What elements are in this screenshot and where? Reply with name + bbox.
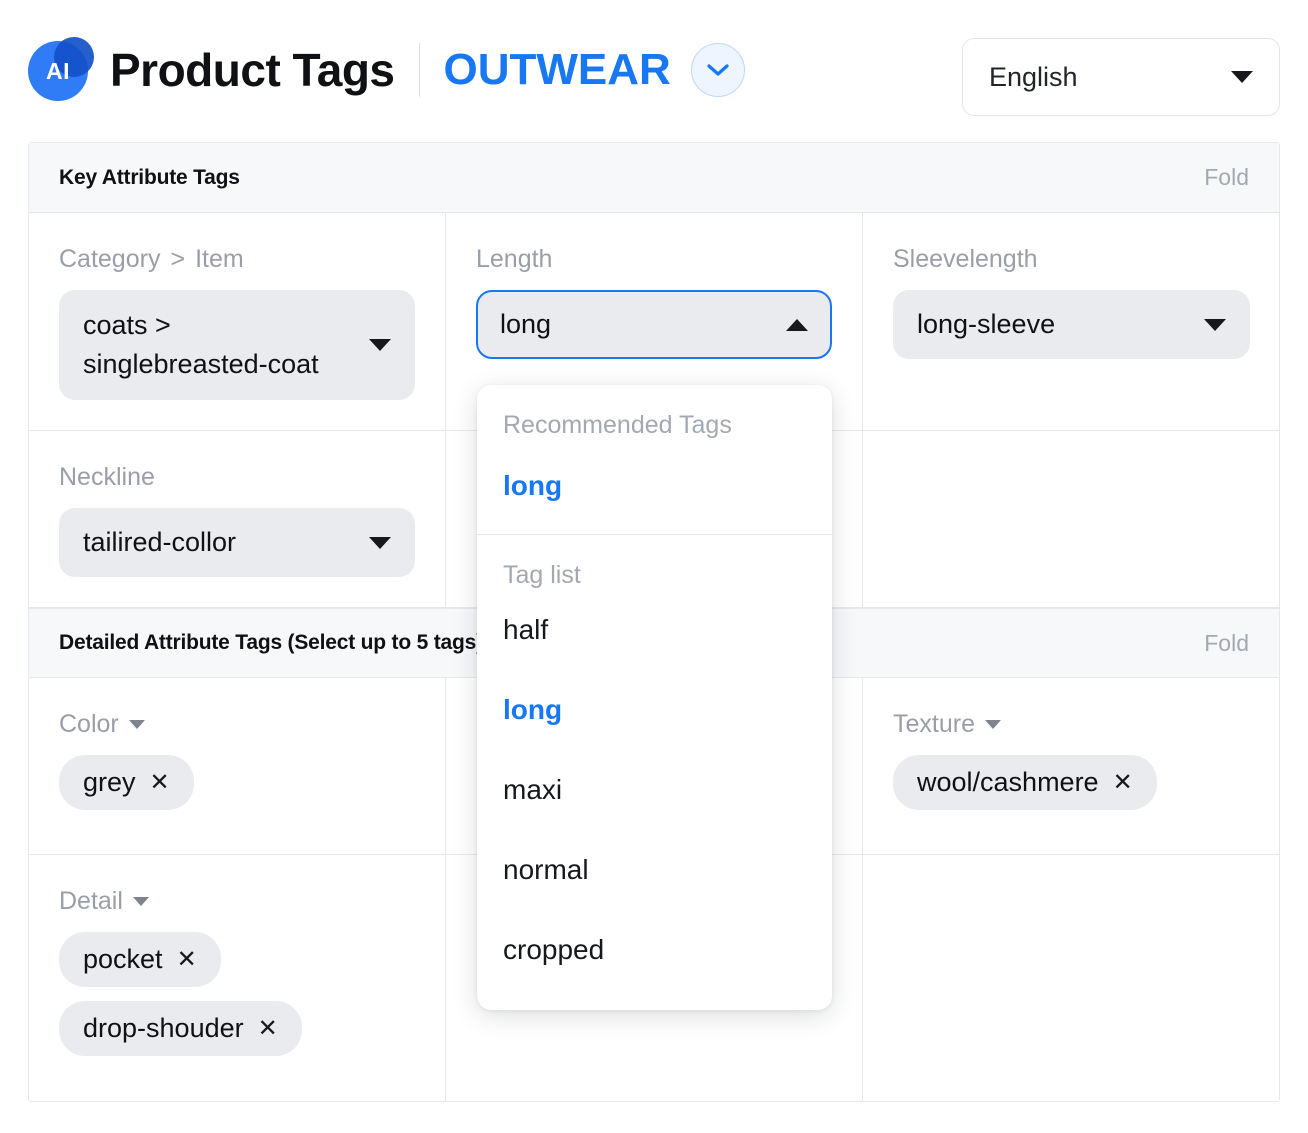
breadcrumb-separator: > — [170, 245, 186, 273]
category-item-dropdown[interactable]: coats > singlebreasted-coat — [59, 290, 415, 400]
dropdown-option-recommended-long[interactable]: long — [477, 440, 832, 534]
caret-up-icon — [786, 318, 808, 331]
field-texture: Texture wool/cashmere ✕ — [863, 678, 1280, 854]
section-title: Key Attribute Tags — [59, 165, 240, 189]
tag-label: grey — [83, 767, 136, 798]
fold-button[interactable]: Fold — [1204, 164, 1249, 191]
caret-down-icon — [1204, 318, 1226, 331]
field-label: Category > Item — [59, 245, 415, 274]
field-label: Neckline — [59, 463, 155, 491]
caret-down-icon — [369, 339, 391, 351]
caret-down-icon — [1231, 71, 1253, 83]
tag-label: drop-shouder — [83, 1013, 244, 1044]
tag-label: wool/cashmere — [917, 767, 1099, 798]
length-dropdown-panel: Recommended Tags long Tag list half long… — [477, 385, 832, 1010]
field-label-text: Detail — [59, 887, 123, 916]
empty-cell — [863, 855, 1280, 1101]
field-category-item: Category > Item coats > singlebreasted-c… — [29, 213, 446, 430]
length-value: long — [500, 309, 552, 339]
caret-down-icon — [369, 536, 391, 549]
sleevelength-value: long-sleeve — [917, 309, 1056, 339]
color-tags: grey ✕ — [59, 755, 415, 824]
category-item-value-line2: singlebreasted-coat — [83, 349, 319, 379]
language-select[interactable]: English — [962, 38, 1280, 116]
field-label-text: Texture — [893, 710, 975, 739]
breadcrumb-second: Item — [195, 245, 244, 273]
field-detail: Detail pocket ✕ drop-shouder ✕ — [29, 855, 446, 1102]
tag-chip[interactable]: drop-shouder ✕ — [59, 1001, 302, 1057]
field-label: Detail — [59, 887, 415, 916]
breadcrumb-first: Category — [59, 245, 161, 273]
field-sleevelength: Sleevelength long-sleeve — [863, 213, 1280, 430]
tag-label: pocket — [83, 944, 163, 975]
neckline-dropdown[interactable]: tailired-collor — [59, 508, 415, 578]
field-label: Texture — [893, 710, 1250, 739]
dropdown-option-maxi[interactable]: maxi — [477, 750, 832, 830]
category-title: OUTWEAR — [443, 45, 671, 94]
texture-tags: wool/cashmere ✕ — [893, 755, 1250, 824]
field-label-text: Color — [59, 710, 119, 739]
field-color: Color grey ✕ — [29, 678, 446, 855]
caret-down-icon[interactable] — [984, 720, 1001, 730]
field-label: Length — [476, 245, 553, 273]
field-neckline: Neckline tailired-collor — [29, 431, 446, 608]
tag-chip[interactable]: grey ✕ — [59, 755, 194, 811]
title-divider — [418, 43, 420, 97]
neckline-value: tailired-collor — [83, 527, 237, 557]
detail-tags: pocket ✕ drop-shouder ✕ — [59, 932, 415, 1070]
brand-block: AI Product Tags OUTWEAR — [28, 37, 745, 103]
category-item-value: coats > singlebreasted-coat — [83, 306, 319, 384]
app-header: AI Product Tags OUTWEAR English — [0, 0, 1308, 140]
length-dropdown[interactable]: long — [476, 290, 832, 360]
sleevelength-dropdown[interactable]: long-sleeve — [893, 290, 1250, 360]
caret-down-icon[interactable] — [128, 720, 145, 730]
field-label: Sleevelength — [893, 245, 1038, 273]
field-label: Color — [59, 710, 415, 739]
caret-down-icon[interactable] — [132, 897, 149, 907]
recommended-tags-label: Recommended Tags — [503, 411, 732, 439]
tag-list-label: Tag list — [503, 561, 581, 589]
section-header-key-attributes: Key Attribute Tags Fold — [29, 143, 1279, 213]
category-item-value-line1: coats > — [83, 309, 171, 340]
empty-cell — [863, 431, 1280, 607]
close-icon[interactable]: ✕ — [150, 770, 170, 795]
chevron-down-icon[interactable] — [690, 43, 745, 97]
close-icon[interactable]: ✕ — [177, 947, 197, 972]
dropdown-option-cropped[interactable]: cropped — [477, 910, 832, 990]
section-title: Detailed Attribute Tags (Select up to 5 … — [59, 631, 483, 655]
close-icon[interactable]: ✕ — [258, 1016, 278, 1041]
dropdown-option-long[interactable]: long — [477, 670, 832, 750]
dropdown-option-normal[interactable]: normal — [477, 830, 832, 910]
logo-label: AI — [46, 57, 70, 84]
language-select-value: English — [989, 61, 1078, 92]
dropdown-option-half[interactable]: half — [477, 590, 832, 670]
tag-chip[interactable]: wool/cashmere ✕ — [893, 755, 1157, 811]
tag-chip[interactable]: pocket ✕ — [59, 932, 221, 988]
close-icon[interactable]: ✕ — [1113, 770, 1133, 795]
fold-button[interactable]: Fold — [1204, 630, 1249, 657]
page-title: Product Tags — [110, 44, 395, 96]
ai-logo-icon: AI — [28, 37, 94, 103]
